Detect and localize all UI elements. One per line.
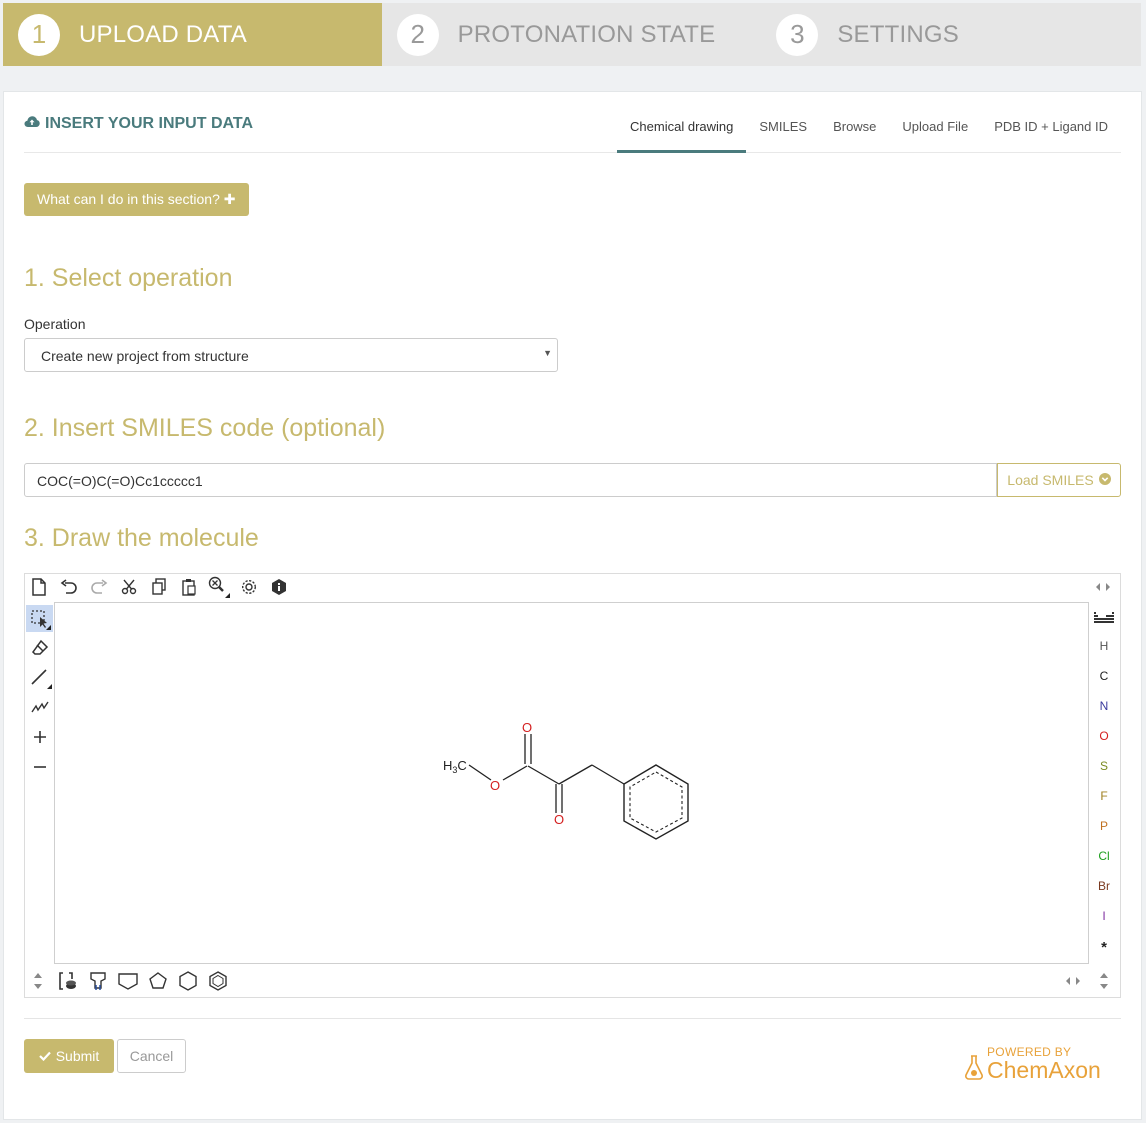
cyclopentane-icon[interactable]: [146, 969, 170, 993]
submit-label: Submit: [55, 1048, 100, 1064]
tab-upload-file[interactable]: Upload File: [889, 109, 981, 153]
caret-down-icon: ▼: [543, 348, 552, 358]
new-document-icon[interactable]: [27, 575, 51, 599]
cloud-upload-icon: [24, 115, 40, 133]
ester-oxygen-label: O: [490, 778, 500, 793]
tab-smiles[interactable]: SMILES: [746, 109, 820, 153]
step-number: 2: [396, 13, 439, 56]
cut-icon[interactable]: [117, 575, 141, 599]
carbonyl-oxygen-label: O: [522, 720, 532, 735]
chemaxon-logo: POWERED BY ChemAxon: [964, 1045, 1124, 1085]
atom-c-button[interactable]: C: [1092, 669, 1116, 683]
panel-title-text: INSERT YOUR INPUT DATA: [45, 115, 254, 132]
panel-header: INSERT YOUR INPUT DATA Chemical drawing …: [24, 92, 1121, 153]
attachment-point-icon[interactable]: [86, 969, 110, 993]
step-label: PROTONATION STATE: [457, 20, 716, 48]
cancel-button[interactable]: Cancel: [117, 1039, 186, 1073]
info-icon[interactable]: [267, 575, 291, 599]
scroll-up-down-icon[interactable]: [26, 969, 50, 993]
atom-h-button[interactable]: H: [1092, 639, 1116, 653]
atom-n-button[interactable]: N: [1092, 699, 1116, 713]
atom-s-button[interactable]: S: [1092, 759, 1116, 773]
check-icon: [38, 1048, 51, 1064]
undo-icon[interactable]: [57, 575, 81, 599]
step-protonation-state[interactable]: 2 PROTONATION STATE: [382, 3, 762, 66]
atom-o-button[interactable]: O: [1092, 729, 1116, 743]
single-bond-icon[interactable]: [28, 665, 52, 689]
periodic-table-icon[interactable]: [1092, 605, 1116, 629]
section-title-draw: 3. Draw the molecule: [24, 524, 259, 552]
atom-any-button[interactable]: *: [1092, 939, 1116, 956]
select-tool-icon[interactable]: [26, 605, 53, 632]
step-upload-data[interactable]: 1 UPLOAD DATA: [3, 3, 382, 66]
panel-title: INSERT YOUR INPUT DATA: [24, 115, 253, 133]
decrease-charge-icon[interactable]: [28, 755, 52, 779]
eraser-icon[interactable]: [28, 635, 52, 659]
paste-icon[interactable]: [177, 575, 201, 599]
benzene-icon[interactable]: [206, 969, 230, 993]
increase-charge-icon[interactable]: [28, 725, 52, 749]
scroll-left-right-icon[interactable]: [1061, 969, 1085, 993]
chain-icon[interactable]: [28, 695, 52, 719]
settings-icon[interactable]: [237, 575, 261, 599]
footer-divider: [24, 1018, 1121, 1019]
smiles-input-group: COC(=O)C(=O)Cc1ccccc1 Load SMILES: [24, 463, 1121, 497]
atom-br-button[interactable]: Br: [1092, 879, 1116, 893]
step-label: SETTINGS: [837, 20, 959, 48]
tab-chemical-drawing[interactable]: Chemical drawing: [617, 109, 747, 153]
load-smiles-button[interactable]: Load SMILES: [997, 463, 1121, 497]
toolbar-expand-icon[interactable]: [1091, 575, 1115, 599]
molecule-structure: H3C O O O: [443, 720, 689, 840]
editor-top-toolbar: [25, 574, 1120, 602]
help-button[interactable]: What can I do in this section? ✚: [24, 183, 249, 216]
submit-button[interactable]: Submit: [24, 1039, 114, 1073]
atom-cl-button[interactable]: Cl: [1092, 849, 1116, 863]
atom-f-button[interactable]: F: [1092, 789, 1116, 803]
copy-icon[interactable]: [147, 575, 171, 599]
section-title-operation: 1. Select operation: [24, 264, 233, 292]
flask-icon: [965, 1055, 983, 1080]
step-number: 3: [776, 13, 819, 56]
chemaxon-brand-text: ChemAxon: [987, 1057, 1101, 1083]
atom-p-button[interactable]: P: [1092, 819, 1116, 833]
step-settings[interactable]: 3 SETTINGS: [761, 3, 1141, 66]
input-tabs: Chemical drawing SMILES Browse Upload Fi…: [617, 109, 1121, 153]
operation-selected-value: Create new project from structure: [41, 348, 249, 364]
cyclohexane-icon[interactable]: [176, 969, 200, 993]
input-panel: INSERT YOUR INPUT DATA Chemical drawing …: [3, 91, 1142, 1120]
step-number: 1: [18, 13, 60, 56]
operation-label: Operation: [24, 316, 86, 332]
zoom-clear-icon[interactable]: [207, 575, 231, 599]
tab-pdb-ligand-id[interactable]: PDB ID + Ligand ID: [981, 109, 1121, 153]
redo-icon[interactable]: [87, 575, 111, 599]
atom-i-button[interactable]: I: [1092, 909, 1116, 923]
methyl-label: H3C: [443, 758, 467, 775]
wizard-stepper: 1 UPLOAD DATA 2 PROTONATION STATE 3 SETT…: [3, 3, 1141, 66]
template-library-icon[interactable]: [56, 969, 80, 993]
chemical-editor: H3C O O O H C N O S F P Cl Br I *: [24, 573, 1121, 998]
step-label: UPLOAD DATA: [79, 20, 248, 48]
cyclopropane-icon[interactable]: [116, 969, 140, 993]
section-title-smiles: 2. Insert SMILES code (optional): [24, 414, 386, 442]
load-smiles-label: Load SMILES: [1007, 472, 1094, 488]
editor-bottom-toolbar: [25, 966, 1120, 996]
drawing-canvas[interactable]: H3C O O O: [54, 602, 1089, 964]
tab-browse[interactable]: Browse: [820, 109, 889, 153]
smiles-input[interactable]: COC(=O)C(=O)Cc1ccccc1: [24, 463, 997, 497]
chevron-circle-down-icon: [1098, 472, 1111, 488]
operation-select[interactable]: Create new project from structure ▼: [24, 338, 558, 372]
scroll-up-down-right-icon[interactable]: [1092, 969, 1116, 993]
ketone-oxygen-label: O: [554, 812, 564, 827]
